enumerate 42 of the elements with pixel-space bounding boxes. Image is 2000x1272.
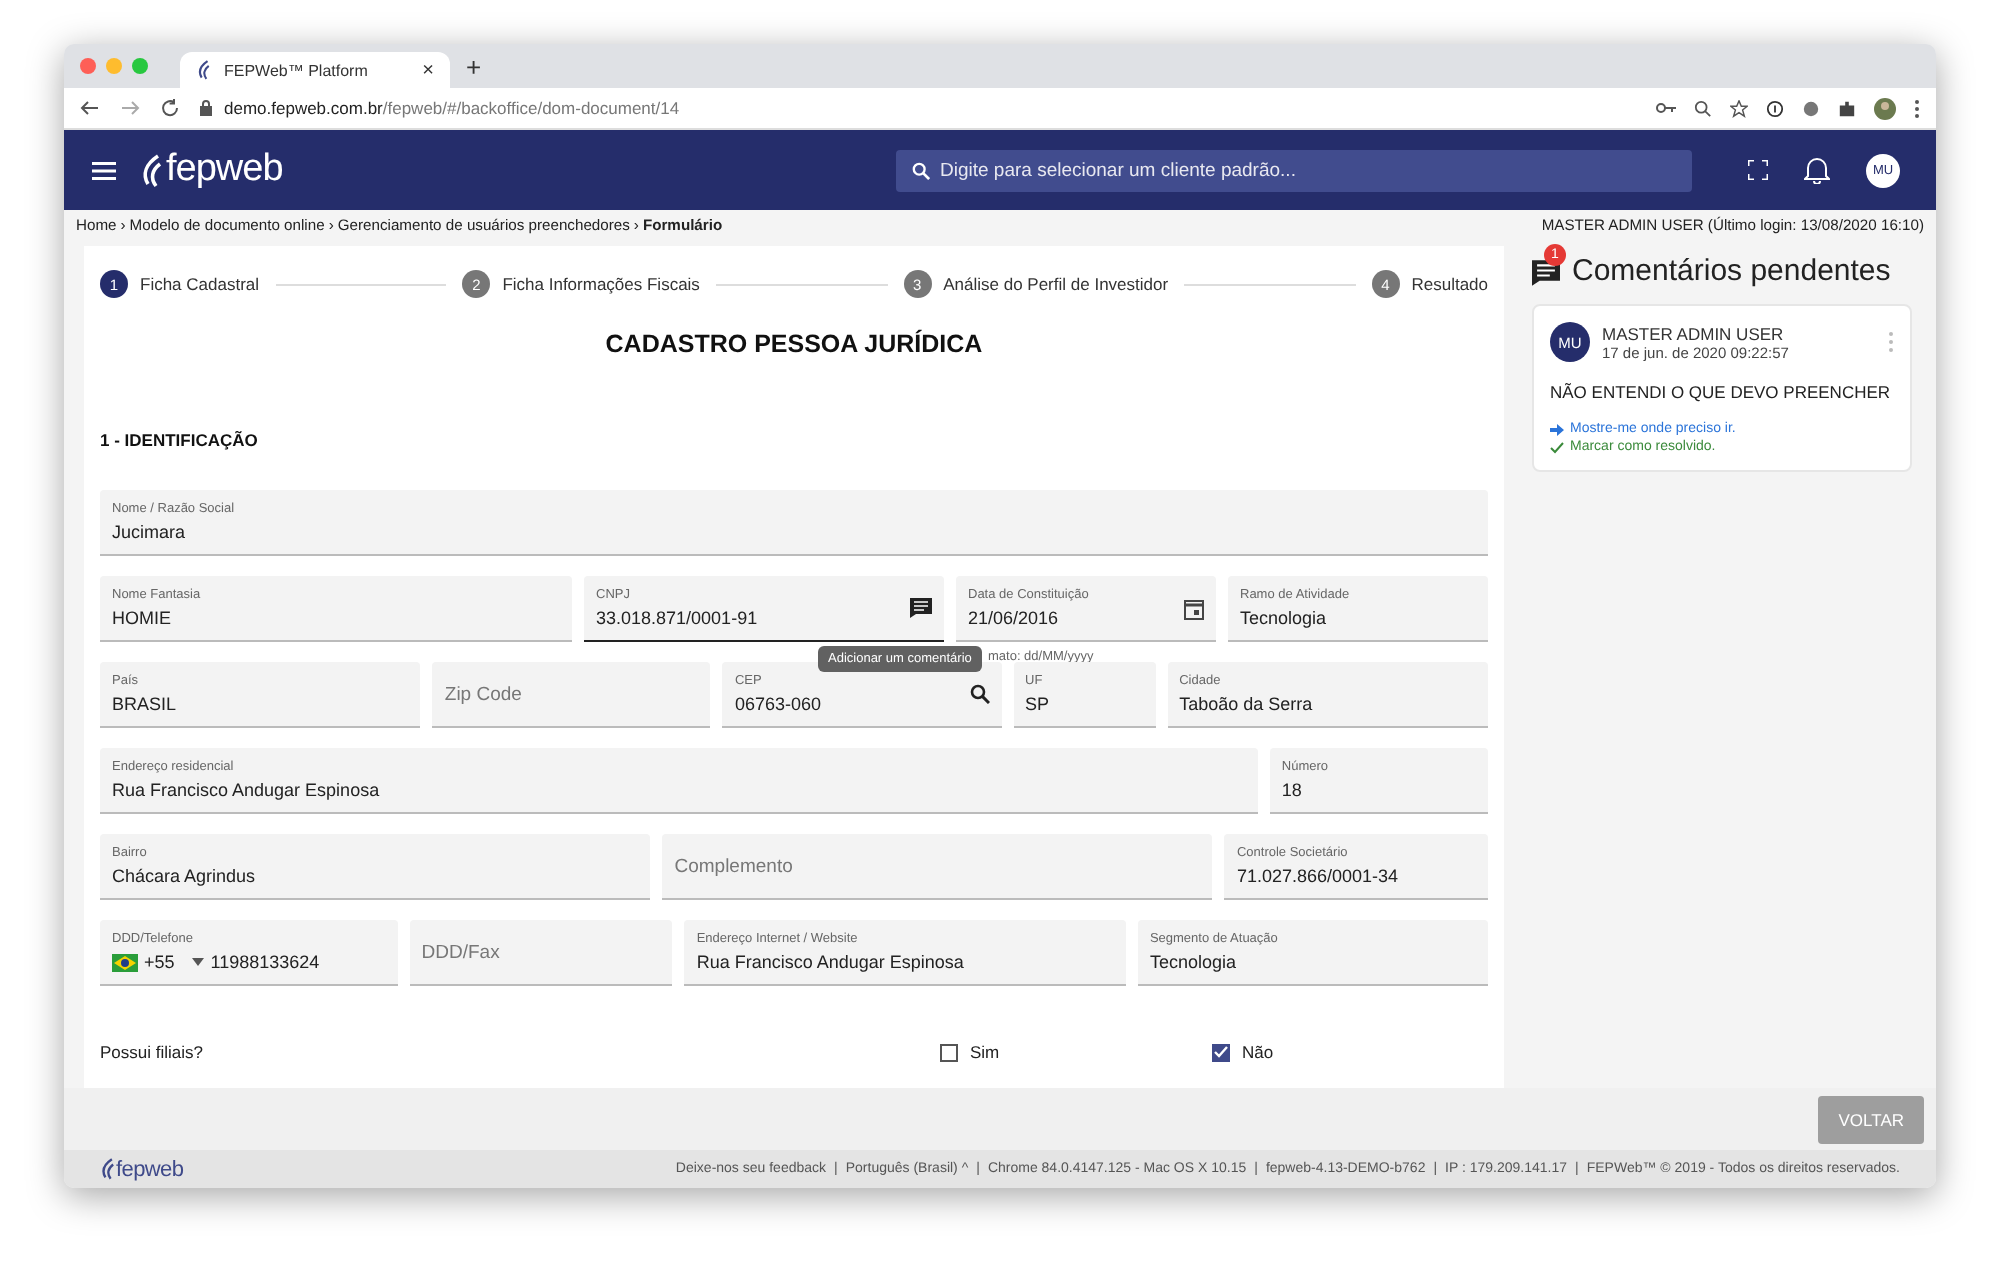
search-icon[interactable] — [969, 684, 990, 704]
checkbox[interactable] — [1212, 1043, 1230, 1061]
text-field[interactable]: DDD/Fax — [409, 920, 673, 986]
menu-icon[interactable] — [92, 161, 116, 179]
puzzle-icon[interactable] — [1838, 99, 1856, 117]
comment-icon[interactable] — [910, 598, 932, 618]
form-title: CADASTRO PESSOA JURÍDICA — [603, 330, 985, 358]
profile-icon[interactable] — [1874, 97, 1896, 119]
extension-icon[interactable] — [1766, 99, 1784, 117]
search-icon — [912, 161, 930, 179]
flag-icon — [112, 953, 138, 971]
checkbox[interactable] — [940, 1043, 958, 1061]
browser-tab[interactable]: FEPWeb™ Platform × — [180, 52, 450, 88]
key-icon[interactable] — [1656, 102, 1676, 114]
calendar-icon[interactable] — [1184, 597, 1204, 619]
caret-icon[interactable] — [192, 958, 205, 966]
text-field[interactable]: Zip Code — [432, 662, 711, 728]
address-bar[interactable]: demo.fepweb.com.br/fepweb/#/backoffice/dom-document/14 — [224, 98, 680, 118]
panel-title: Comentários pendentes — [1572, 254, 1891, 288]
search-field[interactable]: Digite para selecionar um cliente padrão... — [896, 149, 1692, 191]
new-tab-button[interactable]: + — [466, 51, 482, 81]
logo-icon — [196, 60, 212, 80]
back-icon[interactable] — [80, 98, 100, 118]
section-heading: 1 - IDENTIFICAÇÃO — [100, 430, 260, 450]
checkbox-label: Sim — [970, 1042, 1000, 1062]
comment-text: NÃO ENTENDI O QUE DEVO PREENCHER — [1550, 382, 1893, 402]
check-icon — [1550, 441, 1564, 453]
reload-icon[interactable] — [160, 98, 180, 118]
logo[interactable]: fepweb — [140, 148, 283, 192]
text-field[interactable]: Complemento — [662, 834, 1213, 900]
arrow-icon — [1550, 423, 1564, 435]
question-label: Possui filiais? — [100, 1042, 205, 1062]
checkbox-label: Não — [1242, 1042, 1274, 1062]
bell-icon[interactable] — [1804, 156, 1830, 184]
fullscreen-icon[interactable] — [1748, 160, 1768, 180]
lock-icon — [200, 100, 212, 116]
more-icon[interactable] — [1914, 99, 1920, 117]
star-icon[interactable] — [1730, 99, 1748, 117]
footer-logo: fepweb — [100, 1157, 184, 1181]
zoom-icon[interactable] — [1694, 99, 1712, 117]
comment-author: MASTER ADMIN USER — [1602, 323, 1786, 343]
close-tab-button[interactable]: × — [422, 59, 434, 81]
